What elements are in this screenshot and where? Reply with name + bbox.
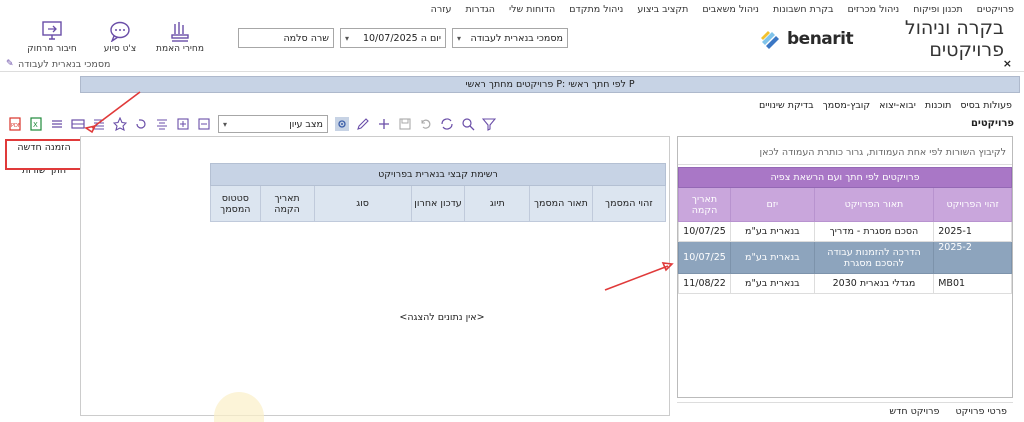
callout-arrows bbox=[83, 91, 674, 291]
arrow-head bbox=[83, 124, 97, 134]
arrow-to-new-order bbox=[91, 91, 141, 129]
arrow-to-selected-row bbox=[604, 265, 669, 291]
